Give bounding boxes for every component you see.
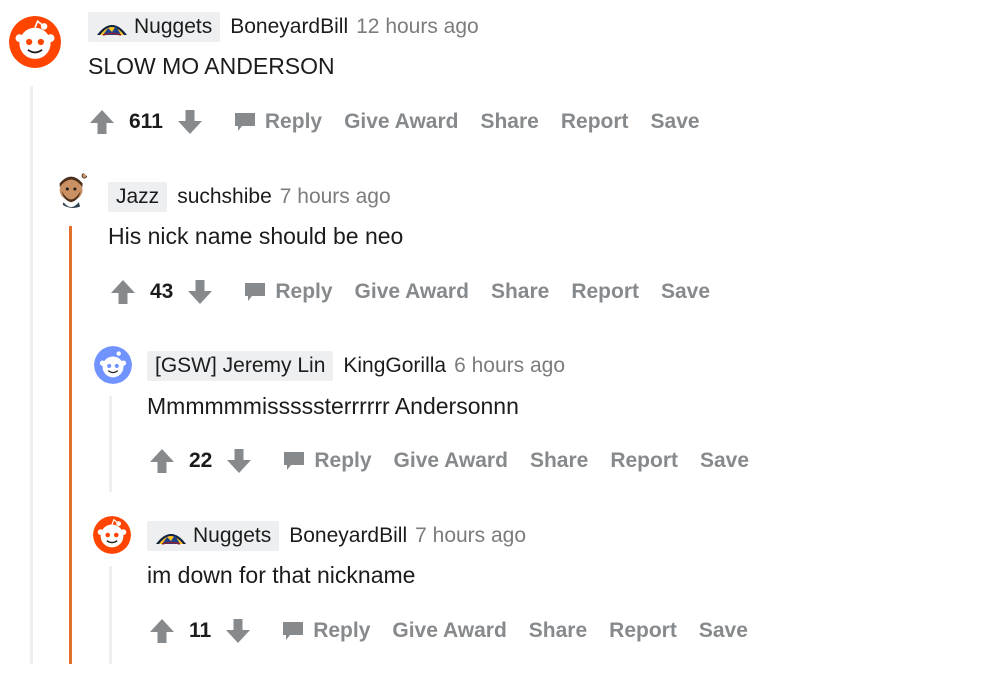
timestamp-link[interactable]: 7 hours ago (415, 524, 526, 548)
username-link[interactable]: suchshibe (177, 185, 272, 209)
comment-action-bar: 43 Reply Give Award Share Report Save (108, 275, 710, 309)
save-button[interactable]: Save (699, 619, 748, 643)
comment-body: SLOW MO ANDERSON (88, 53, 335, 79)
upvote-icon[interactable] (87, 107, 117, 137)
comment-bubble-icon (243, 280, 267, 304)
reply-label: Reply (264, 110, 323, 133)
reply-button[interactable]: Reply (282, 449, 372, 473)
user-flair[interactable]: Jazz (108, 182, 168, 212)
snoo-red-avatar[interactable] (9, 16, 61, 68)
snoo-red-avatar[interactable] (93, 516, 131, 554)
username-link[interactable]: KingGorilla (343, 354, 446, 378)
reply-button[interactable]: Reply (233, 110, 322, 134)
save-button[interactable]: Save (700, 449, 749, 473)
share-button[interactable]: Share (491, 280, 549, 304)
vote-score: 611 (129, 110, 163, 133)
comment-body: His nick name should be neo (108, 223, 404, 249)
username-link[interactable]: BoneyardBill (289, 524, 407, 548)
nuggets-logo-icon (96, 18, 128, 36)
vote-score: 43 (150, 280, 174, 303)
thread-line[interactable] (30, 86, 33, 664)
nuggets-logo-icon (155, 527, 187, 545)
comment-action-bar: 11 Reply Give Award Share Report Save (147, 614, 748, 648)
timestamp-link[interactable]: 7 hours ago (280, 185, 391, 209)
flair-text: [GSW] Jeremy Lin (155, 354, 326, 377)
thread-line[interactable] (109, 566, 112, 664)
comment-body: im down for that nickname (147, 562, 416, 588)
user-flair[interactable]: Nuggets (88, 12, 221, 42)
comment-bubble-icon (233, 110, 257, 134)
save-button[interactable]: Save (651, 110, 700, 134)
flair-text: Jazz (116, 185, 160, 208)
reply-button[interactable]: Reply (243, 280, 333, 304)
vote-score: 22 (189, 449, 213, 472)
flair-text: Nuggets (134, 15, 213, 38)
give-award-button[interactable]: Give Award (344, 110, 458, 134)
thread-line[interactable] (109, 396, 112, 492)
reply-button[interactable]: Reply (281, 619, 370, 643)
user-flair[interactable]: Nuggets (147, 521, 280, 551)
reply-label: Reply (314, 449, 372, 472)
downvote-icon[interactable] (224, 446, 254, 476)
timestamp-link[interactable]: 12 hours ago (356, 15, 479, 39)
upvote-icon[interactable] (147, 446, 177, 476)
share-button[interactable]: Share (529, 619, 587, 643)
downvote-icon[interactable] (223, 616, 253, 646)
timestamp-link[interactable]: 6 hours ago (454, 354, 565, 378)
comment-bubble-icon (281, 619, 305, 643)
report-button[interactable]: Report (609, 619, 677, 643)
upvote-icon[interactable] (147, 616, 177, 646)
comment-action-bar: 611 Reply Give Award Share Report Save (87, 105, 700, 139)
give-award-button[interactable]: Give Award (392, 619, 506, 643)
comment-body: Mmmmmmisssssterrrrrr Andersonnn (147, 393, 519, 419)
share-button[interactable]: Share (530, 449, 588, 473)
report-button[interactable]: Report (571, 280, 639, 304)
report-button[interactable]: Report (610, 449, 678, 473)
snoo-blue-avatar[interactable] (94, 346, 132, 384)
user-flair[interactable]: [GSW] Jeremy Lin (147, 351, 334, 381)
give-award-button[interactable]: Give Award (355, 280, 469, 304)
reply-label: Reply (275, 280, 333, 303)
username-link[interactable]: BoneyardBill (230, 15, 348, 39)
comment-bubble-icon (282, 449, 306, 473)
bearded-snoo-avatar[interactable] (54, 170, 92, 208)
save-button[interactable]: Save (661, 280, 710, 304)
thread-line[interactable] (69, 226, 72, 664)
downvote-icon[interactable] (175, 107, 205, 137)
reply-label: Reply (313, 619, 371, 642)
upvote-icon[interactable] (108, 277, 138, 307)
give-award-button[interactable]: Give Award (394, 449, 508, 473)
share-button[interactable]: Share (480, 110, 538, 134)
report-button[interactable]: Report (561, 110, 629, 134)
downvote-icon[interactable] (185, 277, 215, 307)
vote-score: 11 (189, 619, 212, 642)
comment-action-bar: 22 Reply Give Award Share Report Save (147, 444, 749, 478)
flair-text: Nuggets (193, 524, 272, 547)
